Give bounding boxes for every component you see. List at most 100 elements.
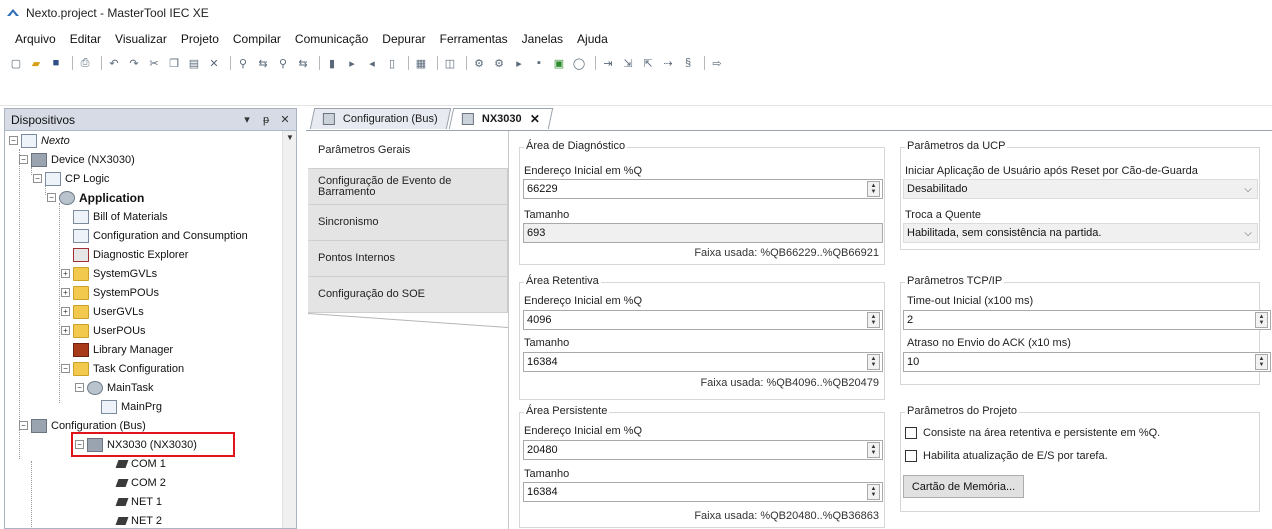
nav-configuracao-evento-barramento[interactable]: Configuração de Evento de Barramento — [308, 169, 508, 205]
hot-swap-select[interactable]: Habilitada, sem consistência na partida.… — [903, 223, 1258, 243]
consistency-checkbox-row[interactable]: Consiste na área retentiva e persistente… — [905, 427, 1160, 439]
show-next-icon[interactable]: § — [680, 55, 696, 71]
bookmark-icon[interactable]: ▮ — [324, 55, 340, 71]
menu-janelas[interactable]: Janelas — [515, 32, 570, 46]
menu-ajuda[interactable]: Ajuda — [570, 32, 615, 46]
replace-icon[interactable]: ⇆ — [255, 55, 271, 71]
tree-item-maintask[interactable]: − MainTask — [75, 378, 153, 397]
collapse-icon[interactable]: − — [61, 364, 70, 373]
cut-icon[interactable]: ✂ — [146, 55, 162, 71]
tree-scrollbar[interactable]: ▼ — [282, 131, 296, 528]
reset-icon[interactable]: ▣ — [551, 55, 567, 71]
set-next-icon[interactable]: ⇢ — [660, 55, 676, 71]
retentive-address-input[interactable]: 4096 ▲ ▼ — [523, 310, 883, 330]
menu-compilar[interactable]: Compilar — [226, 32, 288, 46]
tree-item-configuration-consumption[interactable]: Configuration and Consumption — [73, 226, 248, 245]
find-prev-icon[interactable]: ⇆ — [295, 55, 311, 71]
new-icon[interactable]: ▢ — [8, 55, 24, 71]
bookmark-next-icon[interactable]: ▸ — [344, 55, 360, 71]
copy-icon[interactable]: ❐ — [166, 55, 182, 71]
io-update-checkbox-row[interactable]: Habilita atualização de E/S por tarefa. — [905, 450, 1108, 462]
expand-icon[interactable]: + — [61, 288, 70, 297]
generate-icon[interactable]: ◫ — [442, 55, 458, 71]
expand-icon[interactable]: + — [61, 269, 70, 278]
spinner-icon[interactable]: ▲ ▼ — [867, 181, 880, 197]
nav-parametros-gerais[interactable]: Parâmetros Gerais — [308, 133, 508, 169]
menu-depurar[interactable]: Depurar — [375, 32, 432, 46]
collapse-icon[interactable]: − — [75, 383, 84, 392]
close-icon[interactable]: ✕ — [277, 113, 293, 126]
build-icon[interactable]: ▦ — [413, 55, 429, 71]
collapse-icon[interactable]: − — [47, 193, 56, 202]
tree-item-usergvls[interactable]: + UserGVLs — [61, 302, 144, 321]
find-next-icon[interactable]: ⚲ — [275, 55, 291, 71]
spinner-icon[interactable]: ▲ ▼ — [1255, 312, 1268, 328]
print-icon[interactable]: ⎙ — [77, 55, 93, 71]
menu-comunicacao[interactable]: Comunicação — [288, 32, 375, 46]
collapse-icon[interactable]: − — [9, 136, 18, 145]
bookmark-clear-icon[interactable]: ▯ — [384, 55, 400, 71]
menu-ferramentas[interactable]: Ferramentas — [433, 32, 515, 46]
bookmark-prev-icon[interactable]: ◂ — [364, 55, 380, 71]
memory-card-button[interactable]: Cartão de Memória... — [903, 475, 1024, 498]
tree-item-cp-logic[interactable]: − CP Logic — [33, 169, 109, 188]
tree-item-device[interactable]: − Device (NX3030) — [19, 150, 135, 169]
initial-timeout-input[interactable]: 2 ▲ ▼ — [903, 310, 1271, 330]
tree-item-systempous[interactable]: + SystemPOUs — [61, 283, 159, 302]
io-update-checkbox[interactable] — [905, 450, 917, 462]
nav-configuracao-soe[interactable]: Configuração do SOE — [308, 277, 508, 313]
menu-projeto[interactable]: Projeto — [174, 32, 226, 46]
redo-icon[interactable]: ↷ — [126, 55, 142, 71]
consistency-checkbox[interactable] — [905, 427, 917, 439]
menu-editar[interactable]: Editar — [63, 32, 108, 46]
logout-icon[interactable]: ⚙ — [491, 55, 507, 71]
ack-delay-input[interactable]: 10 ▲ ▼ — [903, 352, 1271, 372]
step-into-icon[interactable]: ⇲ — [620, 55, 636, 71]
save-icon[interactable]: ■ — [48, 55, 64, 71]
collapse-icon[interactable]: − — [19, 155, 28, 164]
menu-visualizar[interactable]: Visualizar — [108, 32, 174, 46]
find-icon[interactable]: ⚲ — [235, 55, 251, 71]
write-icon[interactable]: ⇨ — [709, 55, 725, 71]
run-icon[interactable]: ▸ — [511, 55, 527, 71]
pin-icon[interactable]: ᵽ — [258, 114, 274, 126]
close-tab-icon[interactable]: ✕ — [529, 112, 539, 126]
tree-item-task-configuration[interactable]: − Task Configuration — [61, 359, 184, 378]
tree-item-bill-of-materials[interactable]: Bill of Materials — [73, 207, 168, 226]
persistent-address-input[interactable]: 20480 ▲ ▼ — [523, 440, 883, 460]
tree-item-com2[interactable]: COM 2 — [115, 473, 166, 492]
open-icon[interactable]: ▰ — [28, 55, 44, 71]
tree-item-application[interactable]: − Application — [47, 188, 144, 207]
login-icon[interactable]: ⚙ — [471, 55, 487, 71]
spinner-icon[interactable]: ▲ ▼ — [867, 442, 880, 458]
paste-icon[interactable]: ▤ — [186, 55, 202, 71]
scroll-down-icon[interactable]: ▼ — [286, 133, 294, 142]
breakpoint-icon[interactable]: ◯ — [571, 55, 587, 71]
nav-sincronismo[interactable]: Sincronismo — [308, 205, 508, 241]
diag-address-input[interactable]: 66229 ▲ ▼ — [523, 179, 883, 199]
step-out-icon[interactable]: ⇱ — [640, 55, 656, 71]
collapse-icon[interactable]: − — [33, 174, 42, 183]
spinner-icon[interactable]: ▲ ▼ — [1255, 354, 1268, 370]
tree-item-userpous[interactable]: + UserPOUs — [61, 321, 146, 340]
tab-nx3030[interactable]: NX3030 ✕ — [448, 108, 553, 129]
persistent-size-input[interactable]: 16384 ▲ ▼ — [523, 482, 883, 502]
collapse-icon[interactable]: − — [19, 421, 28, 430]
tree-item-mainprg[interactable]: MainPrg — [101, 397, 162, 416]
tree-item-net1[interactable]: NET 1 — [115, 492, 162, 511]
spinner-icon[interactable]: ▲ ▼ — [867, 312, 880, 328]
retentive-size-input[interactable]: 16384 ▲ ▼ — [523, 352, 883, 372]
step-over-icon[interactable]: ⇥ — [600, 55, 616, 71]
delete-icon[interactable]: ✕ — [206, 55, 222, 71]
expand-icon[interactable]: + — [61, 326, 70, 335]
watchdog-start-select[interactable]: Desabilitado ⌵ — [903, 179, 1258, 199]
spinner-icon[interactable]: ▲ ▼ — [867, 484, 880, 500]
nav-pontos-internos[interactable]: Pontos Internos — [308, 241, 508, 277]
tree-item-diagnostic-explorer[interactable]: Diagnostic Explorer — [73, 245, 188, 264]
stop-icon[interactable]: ▪ — [531, 55, 547, 71]
expand-icon[interactable]: + — [61, 307, 70, 316]
tab-configuration-bus[interactable]: Configuration (Bus) — [309, 108, 452, 129]
spinner-icon[interactable]: ▲ ▼ — [867, 354, 880, 370]
tree-item-net2[interactable]: NET 2 — [115, 511, 162, 528]
panel-dropdown-icon[interactable]: ▾ — [239, 113, 255, 126]
